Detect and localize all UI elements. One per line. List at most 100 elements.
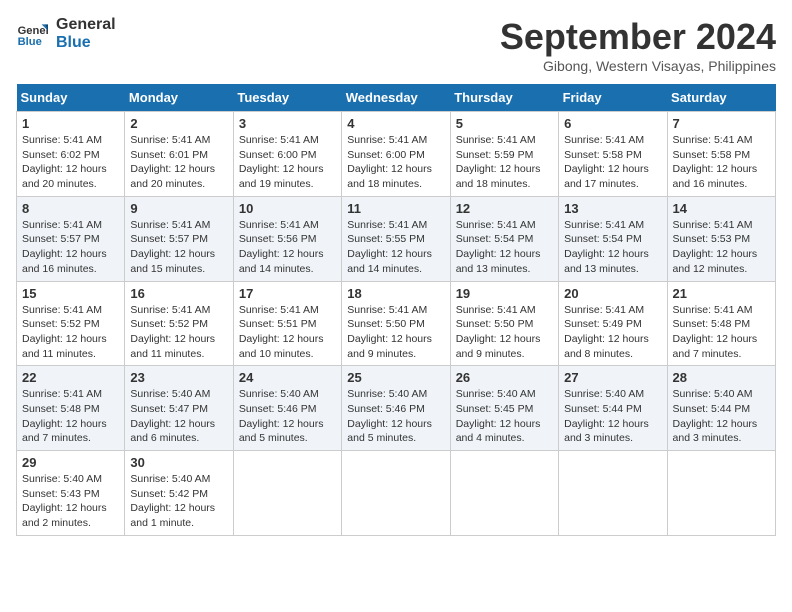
month-title: September 2024	[500, 16, 776, 58]
calendar-cell: 24 Sunrise: 5:40 AMSunset: 5:46 PMDaylig…	[233, 366, 341, 451]
calendar-cell: 17 Sunrise: 5:41 AMSunset: 5:51 PMDaylig…	[233, 281, 341, 366]
calendar-week-1: 8 Sunrise: 5:41 AMSunset: 5:57 PMDayligh…	[17, 196, 776, 281]
day-number: 15	[22, 286, 119, 301]
location: Gibong, Western Visayas, Philippines	[500, 58, 776, 74]
weekday-header-row: SundayMondayTuesdayWednesdayThursdayFrid…	[17, 84, 776, 112]
calendar-cell	[667, 451, 775, 536]
weekday-header-wednesday: Wednesday	[342, 84, 450, 112]
cell-content: Sunrise: 5:41 AMSunset: 5:59 PMDaylight:…	[456, 134, 541, 190]
svg-text:General: General	[18, 25, 48, 37]
calendar-cell: 6 Sunrise: 5:41 AMSunset: 5:58 PMDayligh…	[559, 112, 667, 197]
cell-content: Sunrise: 5:41 AMSunset: 5:54 PMDaylight:…	[456, 219, 541, 275]
cell-content: Sunrise: 5:41 AMSunset: 5:50 PMDaylight:…	[347, 304, 432, 360]
weekday-header-thursday: Thursday	[450, 84, 558, 112]
cell-content: Sunrise: 5:41 AMSunset: 5:57 PMDaylight:…	[22, 219, 107, 275]
day-number: 9	[130, 201, 227, 216]
calendar-cell	[342, 451, 450, 536]
day-number: 4	[347, 116, 444, 131]
weekday-header-saturday: Saturday	[667, 84, 775, 112]
day-number: 11	[347, 201, 444, 216]
day-number: 29	[22, 455, 119, 470]
day-number: 2	[130, 116, 227, 131]
cell-content: Sunrise: 5:41 AMSunset: 6:00 PMDaylight:…	[239, 134, 324, 190]
calendar-cell: 14 Sunrise: 5:41 AMSunset: 5:53 PMDaylig…	[667, 196, 775, 281]
cell-content: Sunrise: 5:41 AMSunset: 5:57 PMDaylight:…	[130, 219, 215, 275]
calendar-week-2: 15 Sunrise: 5:41 AMSunset: 5:52 PMDaylig…	[17, 281, 776, 366]
calendar-cell: 11 Sunrise: 5:41 AMSunset: 5:55 PMDaylig…	[342, 196, 450, 281]
cell-content: Sunrise: 5:41 AMSunset: 5:51 PMDaylight:…	[239, 304, 324, 360]
cell-content: Sunrise: 5:41 AMSunset: 5:52 PMDaylight:…	[22, 304, 107, 360]
cell-content: Sunrise: 5:41 AMSunset: 5:48 PMDaylight:…	[22, 388, 107, 444]
calendar-cell: 5 Sunrise: 5:41 AMSunset: 5:59 PMDayligh…	[450, 112, 558, 197]
day-number: 22	[22, 370, 119, 385]
calendar-cell: 22 Sunrise: 5:41 AMSunset: 5:48 PMDaylig…	[17, 366, 125, 451]
cell-content: Sunrise: 5:41 AMSunset: 6:01 PMDaylight:…	[130, 134, 215, 190]
cell-content: Sunrise: 5:41 AMSunset: 5:54 PMDaylight:…	[564, 219, 649, 275]
calendar-cell: 30 Sunrise: 5:40 AMSunset: 5:42 PMDaylig…	[125, 451, 233, 536]
day-number: 18	[347, 286, 444, 301]
cell-content: Sunrise: 5:41 AMSunset: 5:58 PMDaylight:…	[564, 134, 649, 190]
calendar-week-0: 1 Sunrise: 5:41 AMSunset: 6:02 PMDayligh…	[17, 112, 776, 197]
calendar-cell: 8 Sunrise: 5:41 AMSunset: 5:57 PMDayligh…	[17, 196, 125, 281]
logo: General Blue General Blue	[16, 16, 116, 52]
cell-content: Sunrise: 5:41 AMSunset: 5:55 PMDaylight:…	[347, 219, 432, 275]
day-number: 26	[456, 370, 553, 385]
day-number: 13	[564, 201, 661, 216]
calendar-cell: 3 Sunrise: 5:41 AMSunset: 6:00 PMDayligh…	[233, 112, 341, 197]
title-section: September 2024 Gibong, Western Visayas, …	[500, 16, 776, 74]
calendar-cell: 1 Sunrise: 5:41 AMSunset: 6:02 PMDayligh…	[17, 112, 125, 197]
calendar-cell: 2 Sunrise: 5:41 AMSunset: 6:01 PMDayligh…	[125, 112, 233, 197]
svg-text:Blue: Blue	[18, 36, 42, 48]
calendar-cell: 13 Sunrise: 5:41 AMSunset: 5:54 PMDaylig…	[559, 196, 667, 281]
weekday-header-sunday: Sunday	[17, 84, 125, 112]
calendar-cell: 21 Sunrise: 5:41 AMSunset: 5:48 PMDaylig…	[667, 281, 775, 366]
calendar-header: SundayMondayTuesdayWednesdayThursdayFrid…	[17, 84, 776, 112]
calendar-cell: 20 Sunrise: 5:41 AMSunset: 5:49 PMDaylig…	[559, 281, 667, 366]
calendar-cell: 26 Sunrise: 5:40 AMSunset: 5:45 PMDaylig…	[450, 366, 558, 451]
calendar-cell: 15 Sunrise: 5:41 AMSunset: 5:52 PMDaylig…	[17, 281, 125, 366]
cell-content: Sunrise: 5:41 AMSunset: 5:58 PMDaylight:…	[673, 134, 758, 190]
day-number: 17	[239, 286, 336, 301]
calendar-cell: 23 Sunrise: 5:40 AMSunset: 5:47 PMDaylig…	[125, 366, 233, 451]
logo-text-block: General Blue	[56, 16, 116, 52]
day-number: 21	[673, 286, 770, 301]
calendar-cell	[559, 451, 667, 536]
weekday-header-friday: Friday	[559, 84, 667, 112]
cell-content: Sunrise: 5:40 AMSunset: 5:47 PMDaylight:…	[130, 388, 215, 444]
logo-blue: Blue	[56, 34, 116, 52]
cell-content: Sunrise: 5:41 AMSunset: 5:49 PMDaylight:…	[564, 304, 649, 360]
day-number: 25	[347, 370, 444, 385]
day-number: 1	[22, 116, 119, 131]
day-number: 28	[673, 370, 770, 385]
cell-content: Sunrise: 5:40 AMSunset: 5:44 PMDaylight:…	[673, 388, 758, 444]
calendar-cell: 16 Sunrise: 5:41 AMSunset: 5:52 PMDaylig…	[125, 281, 233, 366]
calendar-table: SundayMondayTuesdayWednesdayThursdayFrid…	[16, 84, 776, 536]
day-number: 19	[456, 286, 553, 301]
cell-content: Sunrise: 5:41 AMSunset: 5:48 PMDaylight:…	[673, 304, 758, 360]
cell-content: Sunrise: 5:41 AMSunset: 5:52 PMDaylight:…	[130, 304, 215, 360]
cell-content: Sunrise: 5:41 AMSunset: 6:02 PMDaylight:…	[22, 134, 107, 190]
cell-content: Sunrise: 5:41 AMSunset: 5:53 PMDaylight:…	[673, 219, 758, 275]
cell-content: Sunrise: 5:40 AMSunset: 5:42 PMDaylight:…	[130, 473, 215, 529]
day-number: 10	[239, 201, 336, 216]
calendar-cell: 18 Sunrise: 5:41 AMSunset: 5:50 PMDaylig…	[342, 281, 450, 366]
calendar-cell: 4 Sunrise: 5:41 AMSunset: 6:00 PMDayligh…	[342, 112, 450, 197]
weekday-header-tuesday: Tuesday	[233, 84, 341, 112]
logo-general: General	[56, 16, 116, 34]
day-number: 6	[564, 116, 661, 131]
day-number: 16	[130, 286, 227, 301]
cell-content: Sunrise: 5:40 AMSunset: 5:45 PMDaylight:…	[456, 388, 541, 444]
day-number: 3	[239, 116, 336, 131]
cell-content: Sunrise: 5:40 AMSunset: 5:43 PMDaylight:…	[22, 473, 107, 529]
logo-icon: General Blue	[16, 18, 48, 50]
cell-content: Sunrise: 5:41 AMSunset: 6:00 PMDaylight:…	[347, 134, 432, 190]
calendar-cell	[233, 451, 341, 536]
calendar-cell: 28 Sunrise: 5:40 AMSunset: 5:44 PMDaylig…	[667, 366, 775, 451]
calendar-cell: 19 Sunrise: 5:41 AMSunset: 5:50 PMDaylig…	[450, 281, 558, 366]
calendar-cell	[450, 451, 558, 536]
weekday-header-monday: Monday	[125, 84, 233, 112]
cell-content: Sunrise: 5:41 AMSunset: 5:50 PMDaylight:…	[456, 304, 541, 360]
calendar-cell: 10 Sunrise: 5:41 AMSunset: 5:56 PMDaylig…	[233, 196, 341, 281]
day-number: 20	[564, 286, 661, 301]
calendar-cell: 25 Sunrise: 5:40 AMSunset: 5:46 PMDaylig…	[342, 366, 450, 451]
